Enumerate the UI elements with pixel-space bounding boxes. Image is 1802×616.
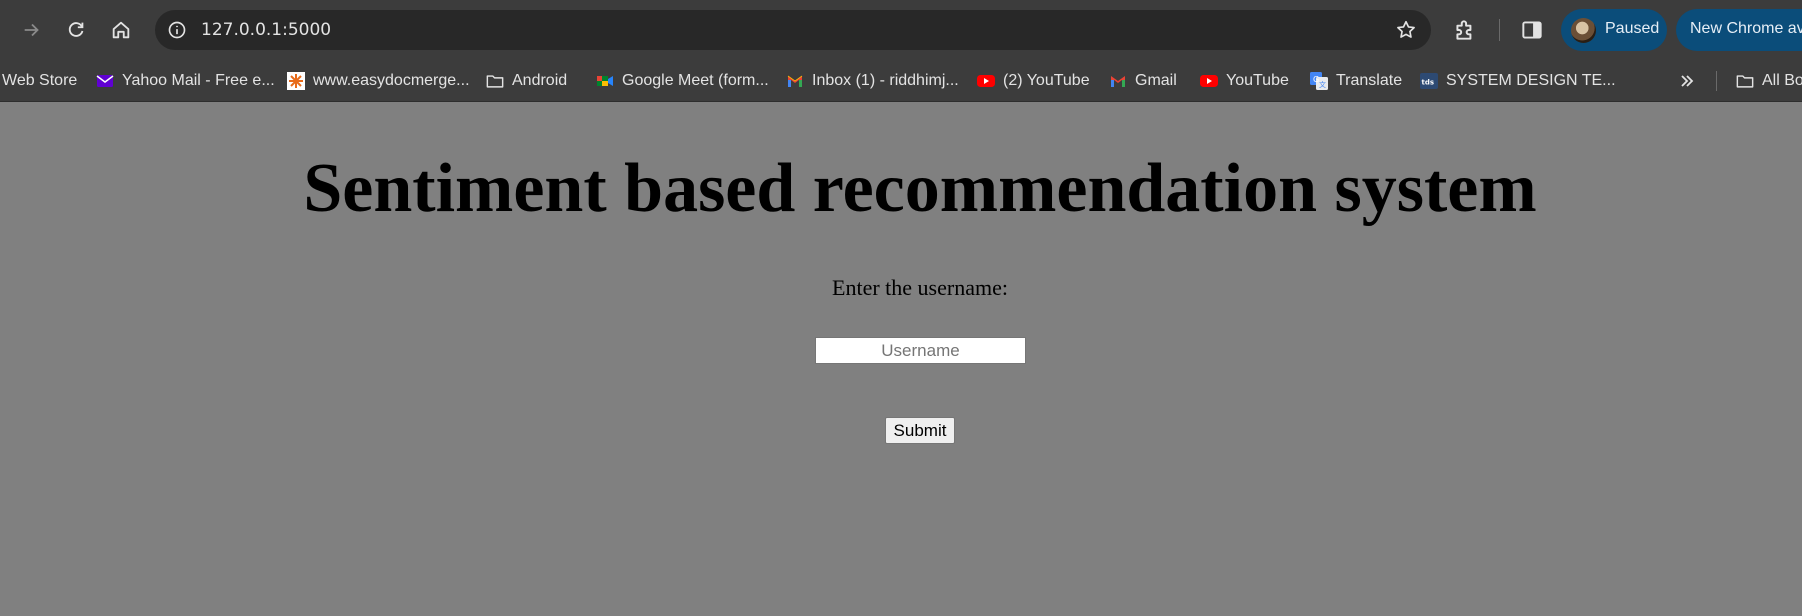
bookmarks-bar: Web Store Yahoo Mail - Free e... www.eas… xyxy=(0,60,1802,102)
bookmark-label: Web Store xyxy=(2,72,78,89)
profile-status-label: Paused xyxy=(1605,20,1660,37)
yahoo-mail-icon xyxy=(96,72,114,90)
browser-toolbar: 127.0.0.1:5000 Paused New Chrome availab… xyxy=(0,0,1802,60)
bookmark-youtube[interactable]: YouTube xyxy=(1200,60,1289,101)
gmail-icon xyxy=(1109,72,1127,90)
bookmark-star-icon[interactable] xyxy=(1395,19,1417,41)
bookmark-label: Yahoo Mail - Free e... xyxy=(122,72,275,89)
submit-button[interactable]: Submit xyxy=(885,417,955,444)
bookmark-web-store[interactable]: Web Store xyxy=(2,60,78,101)
bookmark-all-bookmarks[interactable]: All Bookmarks xyxy=(1736,60,1802,101)
bookmark-label: Translate xyxy=(1336,72,1403,89)
profile-paused-button[interactable]: Paused xyxy=(1561,9,1667,51)
home-button[interactable] xyxy=(103,12,139,48)
extensions-puzzle-icon[interactable] xyxy=(1452,17,1478,43)
gmail-icon xyxy=(786,72,804,90)
bookmark-label: Gmail xyxy=(1135,72,1177,89)
bookmark-youtube-2[interactable]: (2) YouTube xyxy=(977,60,1090,101)
bookmarks-divider xyxy=(1716,71,1717,91)
bookmark-inbox[interactable]: Inbox (1) - riddhimj... xyxy=(786,60,959,101)
home-icon xyxy=(112,21,130,39)
bookmark-gmail[interactable]: Gmail xyxy=(1109,60,1177,101)
tds-icon: tds xyxy=(1420,72,1438,90)
side-panel-icon[interactable] xyxy=(1519,17,1545,43)
bookmark-easydocmerge[interactable]: www.easydocmerge... xyxy=(287,60,470,101)
bookmark-label: www.easydocmerge... xyxy=(313,72,470,89)
google-meet-icon xyxy=(596,72,614,90)
folder-icon xyxy=(1736,72,1754,90)
folder-icon xyxy=(486,72,504,90)
toolbar-divider xyxy=(1499,19,1500,41)
bookmark-translate[interactable]: G文 Translate xyxy=(1310,60,1403,101)
url-text[interactable]: 127.0.0.1:5000 xyxy=(201,20,331,40)
bookmark-system-design[interactable]: tds SYSTEM DESIGN TE... xyxy=(1420,60,1616,101)
bookmark-android-folder[interactable]: Android xyxy=(486,60,568,101)
chevron-double-right-icon[interactable] xyxy=(1676,70,1698,92)
svg-text:文: 文 xyxy=(1319,80,1326,89)
bookmark-label: All Bookmarks xyxy=(1762,72,1802,89)
username-prompt: Enter the username: xyxy=(832,275,1008,300)
bookmark-label: SYSTEM DESIGN TE... xyxy=(1446,72,1616,89)
chrome-update-button[interactable]: New Chrome available xyxy=(1676,9,1802,51)
youtube-icon xyxy=(977,72,995,90)
reload-icon xyxy=(68,22,84,37)
bookmark-label: YouTube xyxy=(1226,72,1289,89)
google-translate-icon: G文 xyxy=(1310,72,1328,90)
address-bar[interactable]: 127.0.0.1:5000 xyxy=(155,10,1431,50)
easydocmerge-icon xyxy=(287,72,305,90)
avatar xyxy=(1571,18,1596,43)
bookmark-label: (2) YouTube xyxy=(1003,72,1090,89)
username-input[interactable] xyxy=(815,337,1026,364)
arrow-forward-icon xyxy=(24,23,39,37)
update-label: New Chrome available xyxy=(1690,20,1802,37)
svg-text:tds: tds xyxy=(1422,79,1435,87)
page-title: Sentiment based recommendation system xyxy=(303,150,1537,227)
bookmark-label: Android xyxy=(512,72,568,89)
youtube-icon xyxy=(1200,72,1218,90)
bookmark-yahoo-mail[interactable]: Yahoo Mail - Free e... xyxy=(96,60,275,101)
forward-button[interactable] xyxy=(14,12,50,48)
reload-button[interactable] xyxy=(58,12,94,48)
page-content: Sentiment based recommendation system En… xyxy=(0,102,1802,616)
bookmark-label: Google Meet (form... xyxy=(622,72,769,89)
bookmark-google-meet[interactable]: Google Meet (form... xyxy=(596,60,769,101)
bookmark-label: Inbox (1) - riddhimj... xyxy=(812,72,959,89)
site-info-icon[interactable] xyxy=(166,19,188,41)
